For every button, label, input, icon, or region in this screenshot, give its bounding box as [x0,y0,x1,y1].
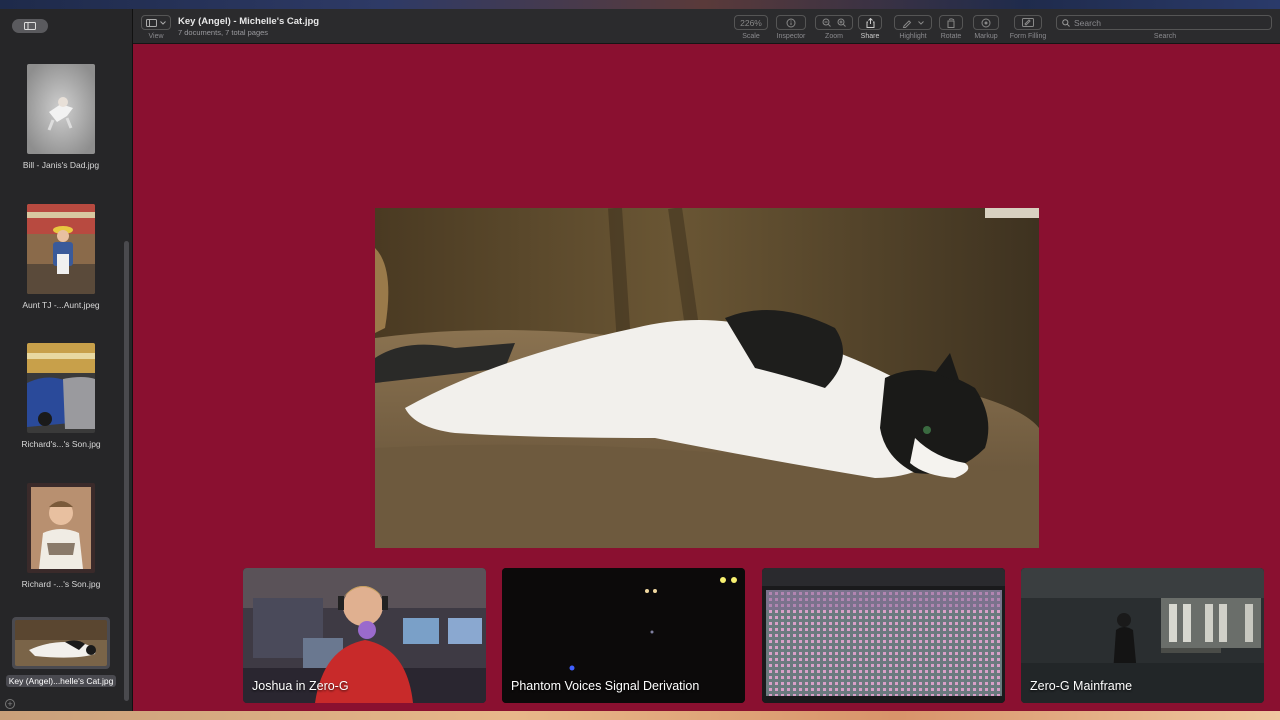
toolbar: View Key (Angel) - Michelle's Cat.jpg 7 … [133,9,1280,44]
sidebar-item-label: Richard -...'s Son.jpg [21,579,101,589]
share-icon [866,17,874,28]
chevron-down-icon [918,20,924,25]
markup-icon [981,18,991,27]
thumbnail-image [27,483,95,573]
chevron-down-icon [160,20,166,25]
search-icon [1062,18,1070,27]
sidebar-view-icon [146,18,157,27]
share-button[interactable] [858,15,882,30]
sidebar-item-key-angel[interactable]: Key (Angel)...helle's Cat.jpg [0,617,122,689]
sidebar-item-aunt-tj[interactable]: Aunt TJ -...Aunt.jpeg [0,204,122,310]
add-icon[interactable]: + [5,699,15,709]
view-label: View [148,33,164,40]
desktop-bottom-strip [0,711,1280,720]
thumbnail-selection [12,617,110,669]
zoom-in-icon[interactable] [837,18,846,27]
scale-label: Scale [742,33,760,40]
thumbnail-image [15,620,107,666]
rotate-icon [947,17,955,28]
highlight-button[interactable] [894,15,932,30]
sidebar-item-richards-son[interactable]: Richard's...'s Son.jpg [0,343,122,449]
info-icon [786,18,796,27]
sidebar-item-label: Bill - Janis's Dad.jpg [22,160,100,170]
thumbnail-image [27,204,95,294]
sidebar-item-label: Aunt TJ -...Aunt.jpeg [22,300,100,310]
video-tile-phantom-voices[interactable]: Phantom Voices Signal Derivation [502,568,745,703]
form-filling-button[interactable] [1014,15,1042,30]
scale-field[interactable]: 226% [734,15,768,30]
search-label: Search [1153,33,1177,40]
tile-label: Zero-G Mainframe [1030,679,1133,693]
video-tile-screen-share[interactable] [762,568,1005,703]
sidebar: Bill - Janis's Dad.jpg Aunt TJ -...Aunt.… [0,9,133,712]
sidebar-item-label: Richard's...'s Son.jpg [21,439,101,449]
zoom-label: Zoom [825,33,843,40]
sidebar-scrollbar[interactable] [124,241,129,701]
thumbnail-image [27,64,95,154]
document-subtitle: 7 documents, 7 total pages [178,28,269,37]
tile-label: Phantom Voices Signal Derivation [511,679,700,693]
highlight-label: Highlight [899,33,927,40]
video-tile-joshua[interactable]: Joshua in Zero-G [243,568,486,703]
search-field[interactable] [1056,15,1272,30]
video-tile-zero-g-mainframe[interactable]: Zero-G Mainframe [1021,568,1264,703]
sidebar-toggle-button[interactable] [12,19,48,33]
rotate-button[interactable] [939,15,963,30]
highlighter-icon [902,19,912,28]
sidebar-icon [24,22,36,30]
inspector-button[interactable] [776,15,806,30]
tile-video-feed [762,568,1005,703]
sidebar-item-richard[interactable]: Richard -...'s Son.jpg [0,483,122,589]
search-input[interactable] [1074,17,1254,28]
share-label: Share [860,33,880,40]
view-button[interactable] [141,15,171,30]
main-image-cat [375,208,1039,548]
desktop-top-strip [0,0,1280,9]
form-icon [1022,18,1034,27]
zoom-out-icon[interactable] [822,18,831,27]
inspector-label: Inspector [776,33,806,40]
tile-label: Joshua in Zero-G [252,679,349,693]
form-filling-label: Form Filling [1009,33,1047,40]
markup-label: Markup [974,33,998,40]
zoom-buttons[interactable] [815,15,853,30]
sidebar-item-label: Key (Angel)...helle's Cat.jpg [5,675,117,687]
thumbnail-image [27,343,95,433]
markup-button[interactable] [973,15,999,30]
document-title: Key (Angel) - Michelle's Cat.jpg [178,16,320,27]
sidebar-item-bill[interactable]: Bill - Janis's Dad.jpg [0,64,122,170]
rotate-label: Rotate [940,33,962,40]
